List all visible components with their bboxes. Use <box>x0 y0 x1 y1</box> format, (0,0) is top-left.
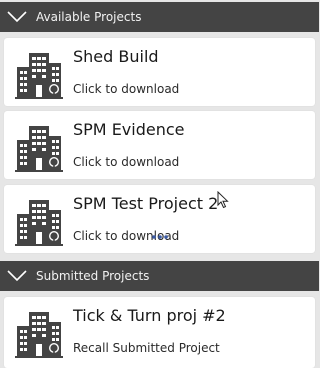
project-action-text: Click to download <box>73 155 180 169</box>
project-name: SPM Evidence <box>73 120 185 139</box>
project-name: Tick & Turn proj #2 <box>73 306 226 325</box>
building-icon <box>15 308 63 358</box>
section-title: Available Projects <box>36 10 142 24</box>
project-card-shed-build[interactable]: Shed Build Click to download <box>4 38 315 106</box>
section-header-available-projects[interactable]: Available Projects <box>0 2 319 32</box>
building-icon <box>15 49 63 99</box>
section-header-submitted-projects[interactable]: Submitted Projects <box>0 261 319 291</box>
project-card-tick-and-turn[interactable]: Tick & Turn proj #2 Recall Submitted Pro… <box>4 297 315 368</box>
loading-dots-icon <box>152 235 168 239</box>
building-icon <box>15 196 63 246</box>
project-action-text: Click to download <box>73 82 180 96</box>
mouse-pointer-icon <box>217 191 229 209</box>
building-icon <box>15 122 63 172</box>
project-name: Shed Build <box>73 47 159 66</box>
chevron-down-icon[interactable] <box>7 270 27 282</box>
chevron-down-icon[interactable] <box>7 11 27 23</box>
project-name: SPM Test Project 2 <box>73 194 219 213</box>
section-title: Submitted Projects <box>36 269 150 283</box>
project-action-text: Recall Submitted Project <box>73 341 220 355</box>
project-card-spm-evidence[interactable]: SPM Evidence Click to download <box>4 111 315 179</box>
project-card-spm-test-project-2[interactable]: SPM Test Project 2 Click to download <box>4 185 315 253</box>
